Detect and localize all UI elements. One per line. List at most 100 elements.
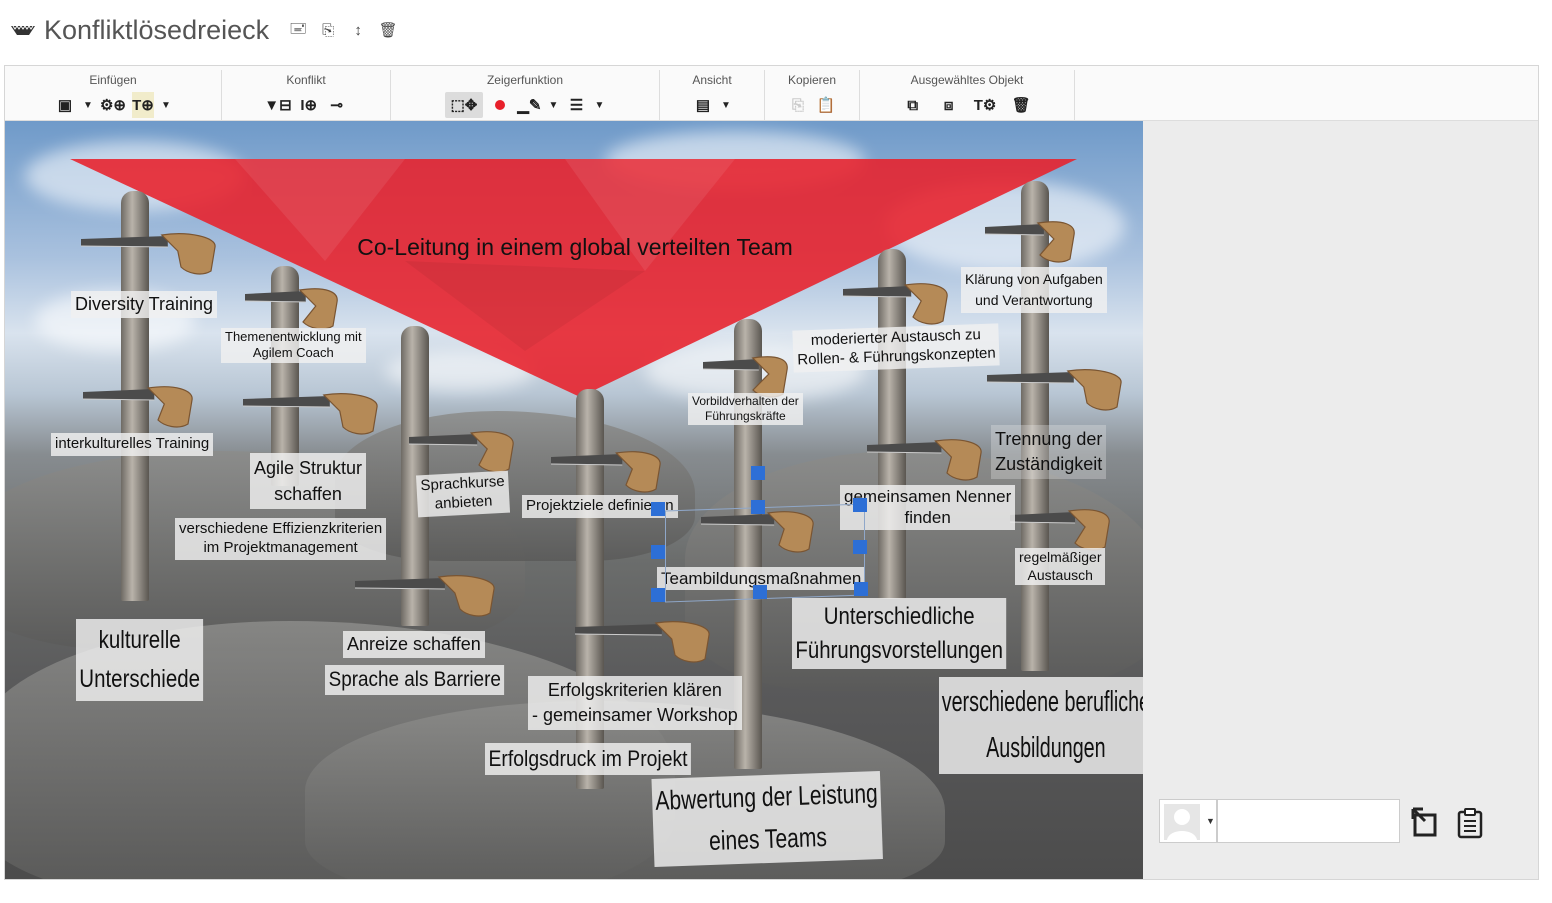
label-text: anbieten [434, 492, 493, 513]
conflict-label[interactable]: Diversity Training [71, 291, 218, 318]
group-kopieren: Kopieren ⎘ 📋 [765, 70, 860, 120]
label-text: Erfolgskriterien klären [547, 680, 722, 700]
conflict-label[interactable]: regelmäßiger Austausch [1015, 548, 1106, 585]
insert-image-icon[interactable]: ▣ [54, 92, 76, 118]
saw-icon[interactable] [83, 386, 198, 431]
triangle-label: Co-Leitung in einem global verteilten Te… [357, 234, 793, 260]
chevron-down-icon[interactable]: ▼ [82, 92, 94, 118]
conflict-label[interactable]: Sprache als Barriere [325, 665, 505, 696]
label-text: verschiedene Effizienzkriterien [179, 520, 383, 537]
saw-icon[interactable] [867, 439, 987, 484]
clipboard-button[interactable] [1453, 806, 1487, 840]
saw-icon[interactable] [987, 369, 1127, 414]
conflict-label[interactable]: Vorbildverhalten der Führungskräfte [688, 393, 803, 425]
rotate-handle[interactable] [751, 466, 765, 480]
conflict-label[interactable]: Abwertung der Leistung eines Teams [651, 771, 884, 867]
label-text: regelmäßiger [1019, 549, 1102, 565]
label-text: Zuständigkeit [995, 454, 1103, 475]
send-button[interactable] [1408, 806, 1442, 840]
delete-object-icon[interactable]: 🗑 [1010, 92, 1032, 118]
rename-icon[interactable]: 🖃 [287, 19, 309, 41]
title-row: Konfliktlösedreieck 🖃 ⎘ ↕ 🗑 [10, 12, 399, 48]
add-text-icon[interactable]: T⊕ [132, 92, 154, 118]
label-text: schaffen [274, 484, 342, 505]
chevron-down-icon[interactable]: ▼ [160, 92, 172, 118]
copy-icon[interactable]: ⎘ [317, 19, 339, 41]
chevron-down-icon[interactable]: ▼ [720, 92, 732, 118]
line-width-icon[interactable]: ☰ [565, 92, 587, 118]
label-text: finden [904, 508, 951, 528]
group-konflikt: Konflikt ▼⊟ I⊕ ⊸ [222, 70, 391, 120]
user-select[interactable]: ▼ [1159, 799, 1217, 843]
group-zeigerfunktion: Zeigerfunktion ⬚✥ ▁✎ ▼ ☰ ▼ [391, 70, 660, 120]
drawing-canvas[interactable]: Co-Leitung in einem global verteilten Te… [5, 121, 1143, 879]
resize-handle[interactable] [753, 585, 767, 599]
conflict-label[interactable]: Erfolgsdruck im Projekt [485, 743, 692, 775]
label-text: interkulturelles Training [55, 435, 210, 452]
resize-handle[interactable] [853, 498, 867, 512]
resize-handle[interactable] [853, 540, 867, 554]
send-back-icon[interactable]: ⧈ [938, 92, 960, 118]
conflict-label[interactable]: kulturelle Unterschiede [76, 619, 204, 701]
avatar [1164, 804, 1200, 840]
chevron-down-icon[interactable]: ▼ [547, 92, 559, 118]
saw-icon[interactable] [985, 221, 1080, 266]
bring-front-icon[interactable]: ⧉ [902, 92, 924, 118]
conflict-label[interactable]: interkulturelles Training [51, 433, 214, 456]
laser-pointer-icon[interactable] [489, 92, 511, 118]
resize-handle[interactable] [854, 582, 868, 596]
group-label: Zeigerfunktion [486, 73, 564, 87]
group-label: Konflikt [286, 73, 326, 87]
label-text: Unterschiedliche [823, 603, 975, 630]
text-settings-icon[interactable]: T⚙ [974, 92, 997, 118]
label-text: - gemeinsamer Workshop [532, 705, 738, 726]
pen-icon[interactable]: ▁✎ [517, 92, 541, 118]
delete-icon[interactable]: 🗑 [377, 19, 399, 41]
saw-icon[interactable] [843, 283, 953, 328]
label-text: Erfolgsdruck im Projekt [488, 746, 688, 771]
conflict-label[interactable]: Trennung der Zuständigkeit [991, 425, 1107, 480]
conflict-label[interactable]: moderierter Austausch zu Rollen- & Führun… [792, 323, 1001, 373]
conflict-label[interactable]: Klärung von Aufgaben und Verantwortung [961, 267, 1107, 313]
saw-icon[interactable]: ⊸ [326, 92, 348, 118]
chevron-down-icon[interactable]: ▼ [593, 92, 605, 118]
conflict-label[interactable]: Anreize schaffen [343, 631, 485, 658]
conflict-label[interactable]: verschiedene berufliche Ausbildungen [939, 677, 1143, 774]
conflict-label[interactable]: Sprachkurse anbieten [415, 470, 511, 517]
group-label: Kopieren [787, 73, 837, 87]
paste-icon[interactable]: 📋 [815, 92, 837, 118]
add-pole-icon[interactable]: I⊕ [298, 92, 320, 118]
select-move-icon[interactable]: ⬚✥ [444, 92, 484, 118]
conflict-label[interactable]: Unterschiedliche Führungsvorstellungen [792, 598, 1007, 670]
add-post-icon[interactable]: ⚙⊕ [100, 92, 126, 118]
label-text: Vorbildverhalten der [692, 394, 799, 408]
conflict-label[interactable]: Erfolgskriterien klären - gemeinsamer Wor… [528, 676, 742, 731]
triangle-edit-icon[interactable]: ▼⊟ [264, 92, 291, 118]
label-text: Trennung der [995, 429, 1103, 449]
conflict-label[interactable]: Agile Struktur schaffen [250, 453, 367, 510]
resize-handle[interactable] [651, 588, 665, 602]
label-text: Anreize schaffen [347, 634, 481, 654]
conflict-label[interactable]: Themenentwicklung mit Agilem Coach [221, 328, 366, 363]
resize-handle[interactable] [651, 502, 665, 516]
resize-handle[interactable] [651, 545, 665, 559]
clipboard-icon [1457, 808, 1483, 839]
resize-handle[interactable] [751, 500, 765, 514]
saw-icon[interactable] [245, 288, 343, 333]
comment-input[interactable] [1217, 799, 1400, 843]
saw-icon[interactable] [409, 431, 519, 476]
saw-icon[interactable] [551, 451, 666, 496]
saw-icon[interactable] [575, 621, 715, 666]
saw-icon[interactable] [243, 393, 383, 438]
label-text: kulturelle [98, 626, 181, 654]
sort-icon[interactable]: ↕ [347, 19, 369, 41]
label-text: Agile Struktur [254, 458, 363, 478]
view-card-icon[interactable]: ▤ [692, 92, 714, 118]
label-text: eines Teams [708, 821, 828, 856]
saw-icon[interactable] [355, 575, 500, 620]
copy-icon[interactable]: ⎘ [787, 92, 809, 118]
group-einfuegen: Einfügen ▣ ▼ ⚙⊕ T⊕ ▼ [5, 70, 222, 120]
label-text: Führungsvorstellungen [795, 636, 1003, 664]
conflict-label[interactable]: verschiedene Effizienzkriterien im Projek… [175, 518, 387, 560]
saw-icon[interactable] [81, 233, 221, 278]
